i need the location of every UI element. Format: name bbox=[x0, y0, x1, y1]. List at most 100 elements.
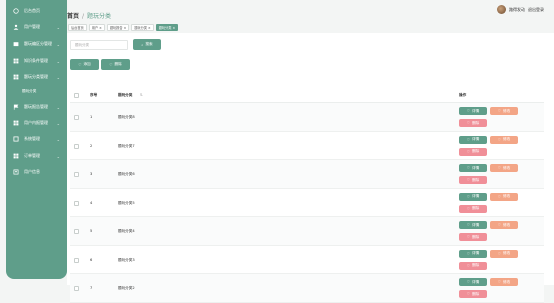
row-checkbox[interactable] bbox=[74, 200, 79, 206]
sidebar-item-label: 题玩编区分管理 bbox=[24, 41, 52, 46]
detail-button[interactable]: ♡ 详情 bbox=[459, 135, 487, 144]
delete-button[interactable]: ♡ 删除 bbox=[459, 176, 487, 184]
sidebar-item-knowledge[interactable]: 知识条件管理 ⌄ bbox=[6, 54, 67, 68]
sidebar-item-category-zone[interactable]: 题玩编区分管理 ⌄ bbox=[6, 37, 67, 51]
sidebar-item-category-manage[interactable]: 题玩分类管理 ⌄ bbox=[6, 70, 67, 84]
detail-icon: ♡ bbox=[466, 223, 471, 227]
grid-icon bbox=[13, 120, 19, 126]
settings-icon bbox=[13, 136, 19, 142]
sidebar-item-system[interactable]: 系统管理 ⌄ bbox=[6, 132, 67, 146]
detail-icon: ♡ bbox=[466, 137, 471, 142]
chevron-down-icon: ⌄ bbox=[56, 24, 60, 30]
edit-button-label: 修改 bbox=[503, 279, 511, 284]
sidebar-item-label: 订单管理 bbox=[24, 153, 40, 158]
row-checkbox[interactable] bbox=[74, 143, 79, 149]
edit-icon: ♡ bbox=[497, 194, 502, 199]
edit-button[interactable]: ♡ 修改 bbox=[490, 192, 518, 201]
row-checkbox[interactable] bbox=[74, 115, 79, 120]
sidebar-item-home[interactable]: 后台首页 bbox=[6, 4, 67, 18]
plus-icon: ♡ bbox=[78, 62, 82, 67]
search-input[interactable]: 题玩分类 bbox=[70, 40, 128, 50]
grid-icon bbox=[13, 153, 19, 159]
detail-button[interactable]: ♡ 详情 bbox=[459, 192, 487, 201]
bulk-delete-button[interactable]: ♡ 删除 bbox=[101, 59, 130, 70]
chevron-down-icon: ⌄ bbox=[56, 136, 60, 142]
tab-category-a[interactable]: 题玩分类 × bbox=[131, 24, 154, 31]
row-index: 6 bbox=[90, 257, 93, 262]
row-checkbox[interactable] bbox=[74, 257, 79, 263]
tab-home[interactable]: 后台首页 bbox=[68, 24, 87, 31]
detail-icon: ♡ bbox=[466, 109, 471, 113]
breadcrumb-home[interactable]: 首页 bbox=[67, 13, 79, 20]
detail-button[interactable]: ♡ 详情 bbox=[459, 107, 487, 115]
row-category: 题玩分类7 bbox=[118, 143, 135, 148]
table-row: 6 题玩分类3 ♡ 详情 ♡ 修改 ♡ 删除 bbox=[70, 246, 544, 274]
row-index: 7 bbox=[90, 286, 93, 290]
sidebar-item-orders[interactable]: 订单管理 ⌄ bbox=[6, 149, 67, 163]
delete-icon: ♡ bbox=[466, 178, 471, 182]
delete-button-label: 删除 bbox=[472, 120, 480, 125]
delete-button-label: 删除 bbox=[472, 177, 480, 182]
chevron-down-icon: ⌄ bbox=[56, 41, 60, 47]
detail-button-label: 详情 bbox=[472, 165, 480, 170]
delete-icon: ♡ bbox=[466, 206, 471, 211]
edit-icon: ♡ bbox=[497, 166, 502, 170]
bulk-delete-button-label: 删除 bbox=[114, 62, 122, 66]
edit-icon: ♡ bbox=[497, 109, 502, 113]
row-index: 1 bbox=[90, 115, 93, 119]
edit-button[interactable]: ♡ 修改 bbox=[490, 249, 518, 258]
column-header-category[interactable]: 题玩分类 bbox=[118, 93, 132, 98]
edit-button[interactable]: ♡ 修改 bbox=[490, 107, 518, 115]
row-checkbox[interactable] bbox=[74, 286, 79, 291]
tab-bar: 后台首页 用户 × 题玩报告 × 题玩分类 × 题玩分类 × bbox=[68, 24, 179, 31]
home-icon bbox=[13, 8, 19, 14]
detail-button[interactable]: ♡ 详情 bbox=[459, 164, 487, 172]
edit-button[interactable]: ♡ 修改 bbox=[490, 221, 518, 229]
delete-button-label: 删除 bbox=[472, 234, 480, 239]
search-button-label: 搜索 bbox=[145, 42, 153, 46]
search-button[interactable]: ⌕ 搜索 bbox=[133, 39, 161, 50]
add-button[interactable]: ♡ 添加 bbox=[70, 59, 99, 70]
delete-button[interactable]: ♡ 删除 bbox=[459, 261, 487, 270]
delete-button-label: 删除 bbox=[472, 263, 480, 267]
tab-category-active[interactable]: 题玩分类 × bbox=[155, 24, 179, 31]
row-index: 5 bbox=[90, 229, 93, 233]
row-category: 题玩分类5 bbox=[118, 200, 135, 205]
select-all-checkbox[interactable] bbox=[74, 93, 79, 98]
edit-button-label: 修改 bbox=[503, 108, 511, 113]
sidebar-item-user-reports[interactable]: 用户内报管理 ⌄ bbox=[6, 116, 67, 130]
logout-link[interactable]: 退出登录 bbox=[528, 7, 544, 13]
user-area: 路得发动 退出登录 bbox=[497, 5, 544, 14]
table-row: 3 题玩分类6 ♡ 详情 ♡ 修改 ♡ 删除 bbox=[70, 160, 544, 189]
row-checkbox[interactable] bbox=[74, 172, 79, 177]
tab-users[interactable]: 用户 × bbox=[88, 24, 105, 31]
sidebar-item-users[interactable]: 用户管理 ⌄ bbox=[6, 20, 67, 34]
delete-button[interactable]: ♡ 删除 bbox=[459, 204, 487, 213]
delete-icon: ♡ bbox=[466, 121, 471, 125]
add-button-label: 添加 bbox=[83, 62, 91, 66]
edit-button[interactable]: ♡ 修改 bbox=[490, 135, 518, 144]
sidebar-item-profile[interactable]: 用户信息 bbox=[6, 165, 67, 179]
row-checkbox[interactable] bbox=[74, 229, 79, 234]
sort-icon[interactable]: ⇅ bbox=[140, 93, 143, 97]
detail-button[interactable]: ♡ 详情 bbox=[459, 249, 487, 258]
delete-button[interactable]: ♡ 删除 bbox=[459, 290, 487, 298]
delete-button-label: 删除 bbox=[472, 291, 480, 296]
search-icon: ⌕ bbox=[141, 42, 144, 47]
column-header-actions: 操作 bbox=[459, 93, 467, 97]
sidebar-item-label: 题玩报告管理 bbox=[24, 104, 48, 109]
detail-button-label: 详情 bbox=[472, 194, 480, 198]
row-category: 题玩分类2 bbox=[118, 286, 135, 290]
sidebar-subitem-category[interactable]: 题玩分类 bbox=[22, 89, 36, 94]
folder-icon bbox=[13, 41, 19, 47]
tab-reports[interactable]: 题玩报告 × bbox=[106, 24, 130, 31]
row-category: 题玩分类8 bbox=[118, 115, 135, 119]
detail-button[interactable]: ♡ 详情 bbox=[459, 221, 487, 229]
avatar[interactable] bbox=[497, 5, 506, 14]
edit-button[interactable]: ♡ 修改 bbox=[490, 164, 518, 172]
delete-button[interactable]: ♡ 删除 bbox=[459, 119, 487, 127]
sidebar-item-reports[interactable]: 题玩报告管理 ⌄ bbox=[6, 100, 67, 114]
delete-button[interactable]: ♡ 删除 bbox=[459, 233, 487, 241]
grid-icon bbox=[13, 74, 19, 80]
delete-button[interactable]: ♡ 删除 bbox=[459, 147, 487, 156]
